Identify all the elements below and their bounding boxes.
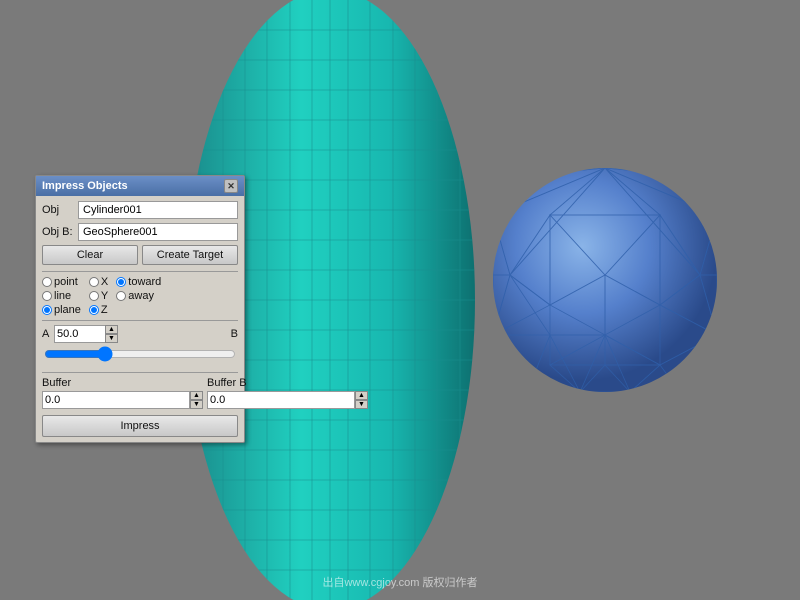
radio-plane-label: plane — [54, 304, 81, 316]
obj-b-input[interactable] — [78, 223, 238, 241]
radio-line[interactable]: line — [42, 290, 81, 302]
obj-b-row: Obj B: — [42, 223, 238, 241]
buffer-b-label: Buffer B — [207, 377, 368, 389]
radio-line-label: line — [54, 290, 71, 302]
a-spin-down[interactable]: ▼ — [105, 334, 118, 343]
direction-radio-col: toward away — [116, 276, 161, 316]
watermark: 出自www.cgjoy.com 版权归作者 — [322, 574, 477, 590]
buffer-spin-up[interactable]: ▲ — [190, 391, 203, 400]
buffer-col: Buffer ▲ ▼ — [42, 377, 203, 409]
radio-away[interactable]: away — [116, 290, 161, 302]
radio-line-input[interactable] — [42, 291, 52, 301]
obj-input[interactable] — [78, 201, 238, 219]
obj-b-label: Obj B: — [42, 226, 78, 238]
create-target-button[interactable]: Create Target — [142, 245, 238, 265]
radio-toward-input[interactable] — [116, 277, 126, 287]
radio-z-label: Z — [101, 304, 108, 316]
radio-toward[interactable]: toward — [116, 276, 161, 288]
buffer-input[interactable] — [42, 391, 190, 409]
panel-body: Obj Obj B: Clear Create Target point — [36, 196, 244, 442]
action-buttons-row: Clear Create Target — [42, 245, 238, 265]
buffer-b-spin-down[interactable]: ▼ — [355, 400, 368, 409]
impress-objects-panel: Impress Objects ✕ Obj Obj B: Clear Creat… — [35, 175, 245, 443]
a-spin-up[interactable]: ▲ — [105, 325, 118, 334]
mode-radio-col: point line plane — [42, 276, 81, 316]
buffer-b-spin: ▲ ▼ — [355, 391, 368, 409]
divider3 — [42, 372, 238, 373]
obj-label: Obj — [42, 204, 78, 216]
radio-toward-label: toward — [128, 276, 161, 288]
impress-button[interactable]: Impress — [42, 415, 238, 437]
buffer-spin: ▲ ▼ — [190, 391, 203, 409]
clear-button[interactable]: Clear — [42, 245, 138, 265]
a-value-input[interactable] — [54, 325, 106, 343]
radio-point-label: point — [54, 276, 78, 288]
radio-section: point line plane X Y — [42, 276, 238, 316]
radio-plane-input[interactable] — [42, 305, 52, 315]
radio-point-input[interactable] — [42, 277, 52, 287]
buffer-b-input[interactable] — [207, 391, 355, 409]
radio-y-label: Y — [101, 290, 108, 302]
panel-title: Impress Objects — [42, 180, 128, 192]
b-label: B — [231, 328, 238, 340]
a-label: A — [42, 328, 54, 340]
panel-close-button[interactable]: ✕ — [224, 179, 238, 193]
obj-row: Obj — [42, 201, 238, 219]
axis-radio-col: X Y Z — [89, 276, 108, 316]
buffer-spin-down[interactable]: ▼ — [190, 400, 203, 409]
a-input-group: ▲ ▼ — [54, 325, 118, 343]
radio-point[interactable]: point — [42, 276, 81, 288]
radio-x-input[interactable] — [89, 277, 99, 287]
radio-away-input[interactable] — [116, 291, 126, 301]
buffer-b-input-row: ▲ ▼ — [207, 391, 368, 409]
ab-row: A ▲ ▼ B — [42, 325, 238, 343]
radio-z[interactable]: Z — [89, 304, 108, 316]
radio-x[interactable]: X — [89, 276, 108, 288]
buffer-label: Buffer — [42, 377, 203, 389]
buffer-b-col: Buffer B ▲ ▼ — [207, 377, 368, 409]
buffer-input-row: ▲ ▼ — [42, 391, 203, 409]
radio-x-label: X — [101, 276, 108, 288]
radio-y-input[interactable] — [89, 291, 99, 301]
radio-y[interactable]: Y — [89, 290, 108, 302]
buffer-section: Buffer ▲ ▼ Buffer B ▲ ▼ — [42, 377, 238, 409]
a-spin: ▲ ▼ — [105, 325, 118, 343]
divider1 — [42, 271, 238, 272]
slider-container — [42, 345, 238, 368]
divider2 — [42, 320, 238, 321]
radio-z-input[interactable] — [89, 305, 99, 315]
geosphere-mesh — [480, 155, 730, 405]
radio-away-label: away — [128, 290, 154, 302]
buffer-b-spin-up[interactable]: ▲ — [355, 391, 368, 400]
radio-plane[interactable]: plane — [42, 304, 81, 316]
ab-slider[interactable] — [44, 347, 236, 361]
panel-titlebar: Impress Objects ✕ — [36, 176, 244, 196]
